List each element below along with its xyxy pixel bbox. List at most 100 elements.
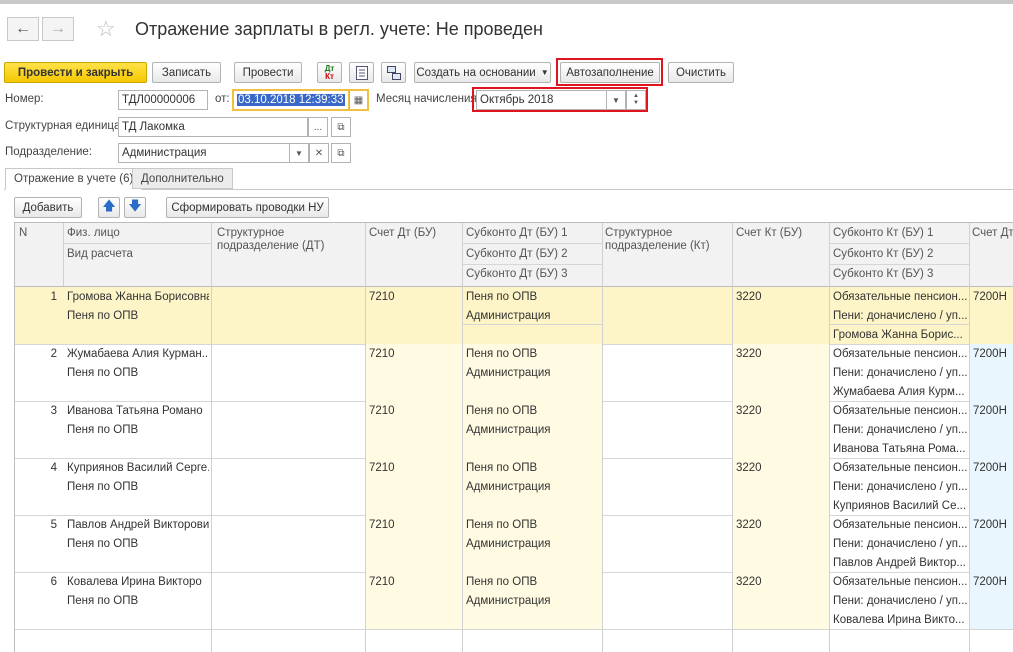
sub-kt-1-cell[interactable]: Обязательные пенсион... [833,462,967,474]
calc-type-cell[interactable]: Пеня по ОПВ [67,424,138,436]
move-down-button[interactable]: 🡇 [124,197,146,218]
org-select-button[interactable]: ... [308,117,328,137]
sub-kt-3-cell[interactable]: Куприянов Василий Се... [833,500,966,512]
calc-type-cell[interactable]: Пеня по ОПВ [67,310,138,322]
row-number[interactable]: 4 [45,462,57,474]
acc-nu-cell[interactable]: 7200Н [973,462,1007,474]
acc-kt-cell[interactable]: 3220 [736,348,762,360]
row-number[interactable]: 1 [45,291,57,303]
person-cell[interactable]: Громова Жанна Борисовна [67,291,209,303]
move-up-button[interactable]: 🡅 [98,197,120,218]
person-cell[interactable]: Жумабаева Алия Курман... [67,348,209,360]
acc-kt-cell[interactable]: 3220 [736,576,762,588]
sub-kt-1-cell[interactable]: Обязательные пенсион... [833,576,967,588]
org-open-button[interactable]: ⧉ [331,117,351,137]
acc-dt-cell[interactable]: 7210 [369,519,395,531]
table-row[interactable]: 2 Жумабаева Алия Курман... Пеня по ОПВ 7210… [15,344,1013,402]
postings-table[interactable]: N Физ. лицо Вид расчета Структурное подр… [14,222,1013,652]
dept-dropdown-button[interactable]: ▼ [289,143,309,163]
acc-dt-cell[interactable]: 7210 [369,576,395,588]
sub-kt-2-cell[interactable]: Пени: доначислено / уп... [833,481,968,493]
structure-button[interactable] [381,62,406,83]
acc-nu-cell[interactable]: 7200Н [973,405,1007,417]
sub-kt-1-cell[interactable]: Обязательные пенсион... [833,519,967,531]
sub-kt-3-cell[interactable]: Жумабаева Алия Курм... [833,386,965,398]
calc-type-cell[interactable]: Пеня по ОПВ [67,481,138,493]
person-cell[interactable]: Иванова Татьяна Романо [67,405,209,417]
sub-dt-2-cell[interactable]: Администрация [466,310,551,322]
calendar-button[interactable]: ▦ [349,89,369,111]
date-field[interactable]: 03.10.2018 12:39:33 [232,89,350,111]
acc-nu-cell[interactable]: 7200Н [973,576,1007,588]
create-based-on-button[interactable]: Создать на основании ▼ [414,62,551,83]
sub-dt-2-cell[interactable]: Администрация [466,367,551,379]
acc-dt-cell[interactable]: 7210 [369,348,395,360]
org-field[interactable]: ТД Лакомка [118,117,308,137]
row-number[interactable]: 3 [45,405,57,417]
sub-kt-2-cell[interactable]: Пени: доначислено / уп... [833,595,968,607]
add-row-button[interactable]: Добавить [14,197,82,218]
row-number[interactable]: 6 [45,576,57,588]
acc-kt-cell[interactable]: 3220 [736,405,762,417]
acc-dt-cell[interactable]: 7210 [369,405,395,417]
table-row[interactable]: 6 Ковалева Ирина Викторо Пеня по ОПВ 7210 Пе… [15,572,1013,630]
back-button[interactable]: ← [7,17,39,41]
acc-nu-cell[interactable]: 7200Н [973,519,1007,531]
sub-kt-3-cell[interactable]: Громова Жанна Борис... [833,329,963,341]
table-row[interactable]: 5 Павлов Андрей Викторович Пеня по ОПВ 7210… [15,515,1013,573]
sub-kt-2-cell[interactable]: Пени: доначислено / уп... [833,367,968,379]
post-button[interactable]: Провести [234,62,302,83]
number-field[interactable]: ТДЛ00000006 [118,90,208,110]
save-button[interactable]: Записать [152,62,221,83]
row-number[interactable]: 5 [45,519,57,531]
sub-kt-3-cell[interactable]: Ковалева Ирина Викто... [833,614,965,626]
sub-kt-1-cell[interactable]: Обязательные пенсион... [833,291,967,303]
sub-dt-1-cell[interactable]: Пеня по ОПВ [466,519,537,531]
person-cell[interactable]: Куприянов Василий Серге... [67,462,209,474]
table-row[interactable]: 3 Иванова Татьяна Романо Пеня по ОПВ 7210 Пе… [15,401,1013,459]
sub-dt-1-cell[interactable]: Пеня по ОПВ [466,348,537,360]
sub-kt-3-cell[interactable]: Павлов Андрей Виктор... [833,557,966,569]
dept-clear-button[interactable]: ✕ [309,143,329,163]
sub-kt-2-cell[interactable]: Пени: доначислено / уп... [833,424,968,436]
acc-kt-cell[interactable]: 3220 [736,291,762,303]
tab-accounting[interactable]: Отражение в учете (6) [5,168,143,190]
calc-type-cell[interactable]: Пеня по ОПВ [67,595,138,607]
favorite-star-icon[interactable]: ☆ [96,16,116,42]
sub-dt-1-cell[interactable]: Пеня по ОПВ [466,291,537,303]
sub-dt-1-cell[interactable]: Пеня по ОПВ [466,576,537,588]
report-button[interactable] [349,62,374,83]
person-cell[interactable]: Павлов Андрей Викторович [67,519,209,531]
clear-button[interactable]: Очистить [668,62,734,83]
acc-dt-cell[interactable]: 7210 [369,462,395,474]
acc-kt-cell[interactable]: 3220 [736,519,762,531]
sub-dt-2-cell[interactable]: Администрация [466,595,551,607]
sub-dt-1-cell[interactable]: Пеня по ОПВ [466,405,537,417]
tab-additional[interactable]: Дополнительно [132,168,233,189]
sub-kt-2-cell[interactable]: Пени: доначислено / уп... [833,538,968,550]
sub-dt-2-cell[interactable]: Администрация [466,424,551,436]
sub-dt-1-cell[interactable]: Пеня по ОПВ [466,462,537,474]
sub-kt-2-cell[interactable]: Пени: доначислено / уп... [833,310,968,322]
post-and-close-button[interactable]: Провести и закрыть [4,62,147,83]
sub-dt-2-cell[interactable]: Администрация [466,538,551,550]
sub-kt-1-cell[interactable]: Обязательные пенсион... [833,405,967,417]
calc-type-cell[interactable]: Пеня по ОПВ [67,367,138,379]
sub-kt-3-cell[interactable]: Иванова Татьяна Рома... [833,443,966,455]
sub-kt-1-cell[interactable]: Обязательные пенсион... [833,348,967,360]
calc-type-cell[interactable]: Пеня по ОПВ [67,538,138,550]
acc-nu-cell[interactable]: 7200Н [973,348,1007,360]
acc-nu-cell[interactable]: 7200Н [973,291,1007,303]
person-cell[interactable]: Ковалева Ирина Викторо [67,576,209,588]
acc-dt-cell[interactable]: 7210 [369,291,395,303]
generate-nu-entries-button[interactable]: Сформировать проводки НУ [166,197,329,218]
dept-open-button[interactable]: ⧉ [331,143,351,163]
acc-kt-cell[interactable]: 3220 [736,462,762,474]
table-row[interactable]: 1 Громова Жанна Борисовна Пеня по ОПВ 7210 П… [15,287,1013,345]
forward-button[interactable]: → [42,17,74,41]
dept-field[interactable]: Администрация [118,143,290,163]
dt-kt-button[interactable]: Дт Кт [317,62,342,83]
row-number[interactable]: 2 [45,348,57,360]
table-row[interactable]: 4 Куприянов Василий Серге... Пеня по ОПВ 72… [15,458,1013,516]
sub-dt-2-cell[interactable]: Администрация [466,481,551,493]
